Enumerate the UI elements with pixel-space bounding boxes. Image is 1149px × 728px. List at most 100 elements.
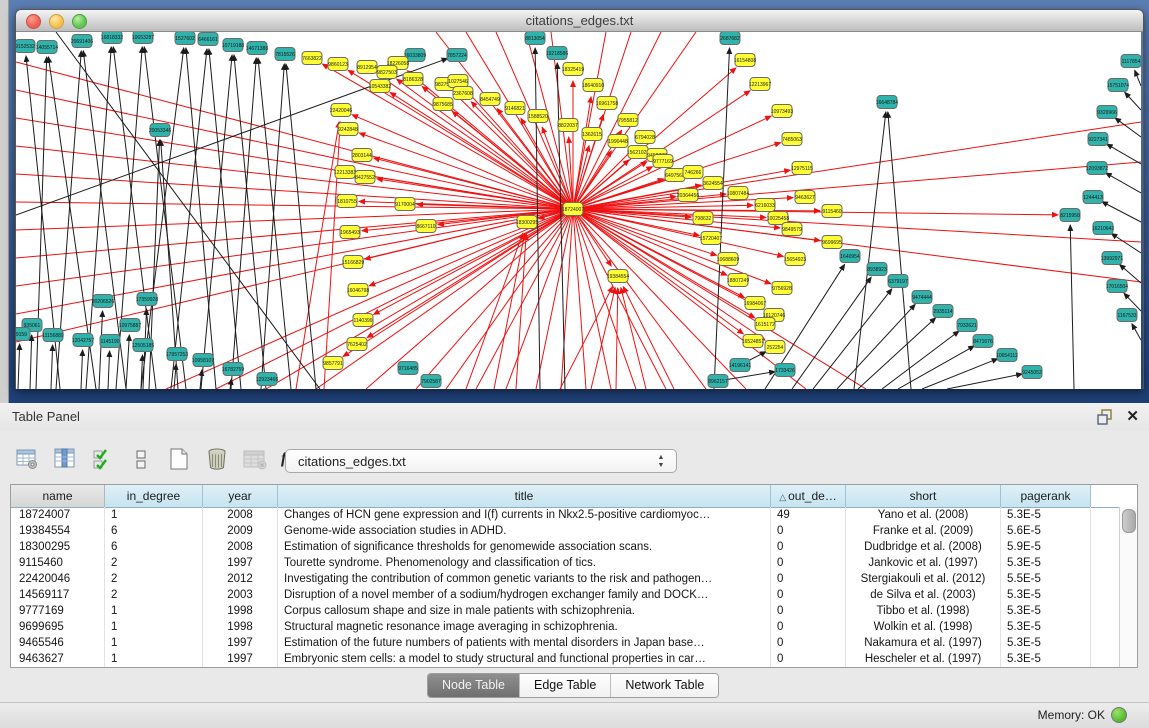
graph-node[interactable]: 8813054 bbox=[525, 32, 545, 45]
graph-node[interactable]: 8938923 bbox=[867, 263, 887, 276]
graph-node[interactable]: 14055714 bbox=[36, 41, 58, 54]
graph-node[interactable]: 12923468 bbox=[256, 373, 278, 386]
graph-node[interactable]: 1810755 bbox=[337, 195, 357, 208]
table-row[interactable]: 1830029562008Estimation of significance … bbox=[11, 539, 1120, 555]
graph-node[interactable]: 18325419 bbox=[562, 63, 584, 76]
graph-node[interactable]: 2687682 bbox=[720, 32, 740, 45]
cell-pagerank[interactable]: 5.3E-5 bbox=[1001, 555, 1091, 571]
graph-node[interactable]: 2803144 bbox=[352, 149, 372, 162]
graph-node[interactable]: 1965493 bbox=[340, 226, 360, 239]
cell-pagerank[interactable]: 5.6E-5 bbox=[1001, 523, 1091, 539]
graph-node[interactable]: 9756928 bbox=[772, 282, 792, 295]
graph-node[interactable]: 19384554 bbox=[607, 270, 629, 283]
graph-node[interactable]: 18640910 bbox=[582, 79, 604, 92]
graph-node[interactable]: 9777169 bbox=[653, 155, 673, 168]
graph-node[interactable]: 8822037 bbox=[558, 119, 578, 132]
graph-node[interactable]: 1733426 bbox=[775, 364, 795, 377]
graph-node[interactable]: 8454749 bbox=[480, 93, 500, 106]
graph-node[interactable]: 16818332 bbox=[101, 32, 123, 44]
graph-node[interactable]: 7815526 bbox=[275, 48, 295, 61]
table-row[interactable]: 1872400712008Changes of HCN gene express… bbox=[11, 507, 1120, 523]
graph-node[interactable]: 2367608 bbox=[453, 87, 473, 100]
graph-node[interactable]: 11156889 bbox=[42, 329, 64, 342]
graph-node[interactable]: 12213967 bbox=[749, 78, 771, 91]
float-panel-icon[interactable] bbox=[1096, 409, 1113, 425]
cell-year[interactable]: 2003 bbox=[203, 587, 278, 603]
graph-node[interactable]: 1140399 bbox=[353, 314, 373, 327]
graph-node[interactable]: 7932621 bbox=[957, 319, 977, 332]
graph-node[interactable]: 10653287 bbox=[132, 32, 154, 44]
graph-node[interactable]: 16046798 bbox=[347, 284, 369, 297]
select-all-icon[interactable] bbox=[90, 446, 116, 472]
cell-name[interactable]: 9777169 bbox=[11, 603, 105, 619]
cell-year[interactable]: 1998 bbox=[203, 603, 278, 619]
cell-out_de[interactable]: 49 bbox=[771, 507, 846, 523]
column-header-name[interactable]: name bbox=[11, 485, 105, 507]
graph-node[interactable]: 10543382 bbox=[369, 80, 391, 93]
cell-name[interactable]: 18724007 bbox=[11, 507, 105, 523]
graph-node[interactable]: 9474444 bbox=[912, 291, 932, 304]
tab-node-table[interactable]: Node Table bbox=[428, 674, 520, 697]
graph-node[interactable]: 1244413 bbox=[1083, 191, 1103, 204]
graph-node[interactable]: 6379197 bbox=[888, 275, 908, 288]
table-row[interactable]: 2242004622012Investigating the contribut… bbox=[11, 571, 1120, 587]
graph-node[interactable]: 8427552 bbox=[355, 171, 375, 184]
cell-in_degree[interactable]: 1 bbox=[105, 619, 203, 635]
graph-node[interactable]: 798632 bbox=[693, 212, 713, 225]
window-titlebar[interactable]: citations_edges.txt bbox=[16, 10, 1143, 32]
cell-year[interactable]: 2008 bbox=[203, 539, 278, 555]
graph-node[interactable]: 17359928 bbox=[136, 293, 158, 306]
cell-short[interactable]: Tibbo et al. (1998) bbox=[846, 603, 1001, 619]
graph-node[interactable]: 9227341 bbox=[1088, 133, 1108, 146]
graph-node[interactable]: 9857791 bbox=[323, 357, 343, 370]
tab-edge-table[interactable]: Edge Table bbox=[520, 674, 611, 697]
graph-node[interactable]: 16524851 bbox=[742, 335, 764, 348]
cell-pagerank[interactable]: 5.3E-5 bbox=[1001, 651, 1091, 667]
graph-node[interactable]: 3624554 bbox=[703, 177, 723, 190]
table-selector-dropdown[interactable]: citations_edges.txt ▲▼ bbox=[285, 449, 677, 473]
cell-short[interactable]: Stergiakouli et al. (2012) bbox=[846, 571, 1001, 587]
graph-node[interactable]: 14671388 bbox=[246, 42, 268, 55]
graph-node[interactable]: 10958107 bbox=[192, 354, 214, 367]
table-row[interactable]: 946554611997Estimation of the future num… bbox=[11, 635, 1120, 651]
cell-name[interactable]: 14569117 bbox=[11, 587, 105, 603]
cell-year[interactable]: 2012 bbox=[203, 571, 278, 587]
vertical-scrollbar[interactable] bbox=[1119, 507, 1137, 667]
cell-short[interactable]: Wolkin et al. (1998) bbox=[846, 619, 1001, 635]
graph-node[interactable]: 10654112 bbox=[996, 349, 1018, 362]
graph-node[interactable]: 1167533 bbox=[1117, 309, 1137, 322]
graph-node[interactable]: 9875685 bbox=[433, 98, 453, 111]
graph-node[interactable]: 15166829 bbox=[342, 256, 364, 269]
table-row[interactable]: 969969511998Structural magnetic resonanc… bbox=[11, 619, 1120, 635]
cell-title[interactable]: Embryonic stem cells: a model to study s… bbox=[278, 651, 771, 667]
graph-node[interactable]: 9849579 bbox=[782, 223, 802, 236]
graph-node[interactable]: 22420046 bbox=[330, 104, 352, 117]
graph-node[interactable]: 9860123 bbox=[328, 58, 348, 71]
graph-node[interactable]: 18807249 bbox=[727, 274, 749, 287]
graph-node[interactable]: 8215958 bbox=[1060, 209, 1080, 222]
graph-node[interactable]: 7955812 bbox=[618, 114, 638, 127]
close-window-icon[interactable] bbox=[26, 14, 41, 29]
column-header-title[interactable]: title bbox=[278, 485, 771, 507]
cell-year[interactable]: 1997 bbox=[203, 555, 278, 571]
column-header-year[interactable]: year bbox=[203, 485, 278, 507]
graph-node[interactable]: 10688609 bbox=[717, 253, 739, 266]
close-panel-icon[interactable]: ✕ bbox=[1126, 407, 1139, 425]
graph-node[interactable]: 14196141 bbox=[729, 359, 751, 372]
cell-title[interactable]: Disruption of a novel member of a sodium… bbox=[278, 587, 771, 603]
graph-node[interactable]: 13992971 bbox=[1101, 252, 1123, 265]
graph-node[interactable]: 18300295 bbox=[516, 216, 538, 229]
cell-out_de[interactable]: 0 bbox=[771, 587, 846, 603]
graph-node[interactable]: 9245052 bbox=[1022, 366, 1042, 379]
cell-short[interactable]: Nakamura et al. (1997) bbox=[846, 635, 1001, 651]
cell-name[interactable]: 9463627 bbox=[11, 651, 105, 667]
graph-node[interactable]: 17016504 bbox=[1106, 280, 1128, 293]
cell-title[interactable]: Estimation of the future numbers of pati… bbox=[278, 635, 771, 651]
table-row[interactable]: 911546021997Tourette syndrome. Phenomeno… bbox=[11, 555, 1120, 571]
graph-node[interactable]: 7485063 bbox=[782, 133, 802, 146]
graph-node[interactable]: 12042757 bbox=[72, 334, 94, 347]
cell-in_degree[interactable]: 1 bbox=[105, 507, 203, 523]
graph-node[interactable]: 16210643 bbox=[1092, 222, 1114, 235]
graph-node[interactable]: 10807484 bbox=[727, 187, 749, 200]
graph-node[interactable]: 15621022 bbox=[627, 146, 649, 159]
